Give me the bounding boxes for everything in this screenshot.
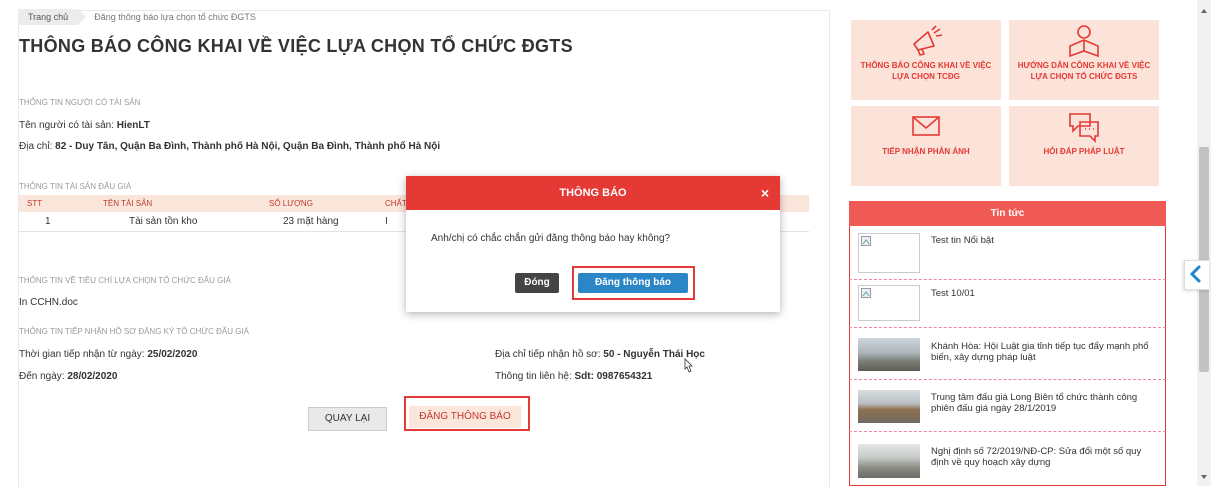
news-item-title[interactable]: Test tin Nổi bật: [931, 235, 1159, 246]
reception-from: Thời gian tiếp nhận từ ngày: 25/02/2020: [19, 349, 197, 360]
news-item-title[interactable]: Test 10/01: [931, 288, 1159, 299]
reception-to-value: 28/02/2020: [67, 371, 118, 382]
table-header: STT: [19, 195, 95, 212]
megaphone-icon: [913, 25, 943, 56]
table-cell: 23 mặt hàng: [261, 212, 377, 232]
reception-contact-label: Thông tin liên hệ:: [495, 371, 572, 382]
owner-name: Tên người có tài sản: HienLT: [19, 120, 150, 131]
news-thumbnail: [858, 390, 920, 423]
scroll-up-arrow-icon[interactable]: [1197, 6, 1211, 16]
owner-name-label: Tên người có tài sản:: [19, 120, 114, 131]
tile-label: THÔNG BÁO CÔNG KHAI VỀ VIỆC LỰA CHỌN TCĐ…: [860, 61, 992, 81]
owner-address: Địa chỉ: 82 - Duy Tân, Quận Ba Đình, Thà…: [19, 141, 440, 152]
tile-label: HƯỚNG DẪN CÔNG KHAI VỀ VIỆC LỰA CHỌN TỔ …: [1017, 61, 1151, 81]
reception-to: Đến ngày: 28/02/2020: [19, 371, 117, 382]
envelope-icon: [912, 116, 940, 136]
reception-to-label: Đến ngày:: [19, 371, 65, 382]
breadcrumb-home-link[interactable]: Trang chủ: [18, 9, 87, 25]
table-header: SỐ LƯỢNG: [261, 195, 377, 212]
table-cell: 1: [19, 212, 95, 232]
vertical-scrollbar[interactable]: [1197, 0, 1211, 486]
owner-address-value: 82 - Duy Tân, Quận Ba Đình, Thành phố Hà…: [55, 141, 441, 152]
tile-feedback[interactable]: TIẾP NHẬN PHẢN ÁNH: [851, 106, 1001, 186]
news-item[interactable]: Nghị định số 72/2019/NĐ-CP: Sửa đổi một …: [849, 432, 1166, 486]
back-button[interactable]: QUAY LẠI: [308, 407, 387, 431]
reader-icon: [1069, 25, 1099, 58]
confirm-dialog: THÔNG BÁO × Anh/chị có chắc chắn gửi đăn…: [406, 176, 780, 312]
criteria-section-title: THÔNG TIN VỀ TIÊU CHÍ LỰA CHỌN TỔ CHỨC Đ…: [19, 276, 231, 285]
owner-address-label: Địa chỉ:: [19, 141, 53, 152]
reception-contact-value: Sdt: 0987654321: [574, 371, 653, 382]
news-title: Tin tức: [849, 201, 1166, 226]
news-item-title[interactable]: Trung tâm đấu giá Long Biên tổ chức thàn…: [931, 392, 1159, 414]
news-item[interactable]: Trung tâm đấu giá Long Biên tổ chức thàn…: [849, 380, 1166, 432]
close-icon[interactable]: ×: [761, 176, 769, 210]
reception-from-value: 25/02/2020: [147, 349, 198, 360]
news-item[interactable]: Khánh Hòa: Hội Luật gia tỉnh tiếp tục đẩ…: [849, 328, 1166, 380]
dialog-confirm-button[interactable]: Đăng thông báo: [578, 273, 688, 293]
news-thumbnail: [858, 444, 920, 478]
reception-address: Địa chỉ tiếp nhận hồ sơ: 50 - Nguyễn Thá…: [495, 349, 705, 360]
tile-label: TIẾP NHẬN PHẢN ÁNH: [882, 147, 970, 156]
page-title: THÔNG BÁO CÔNG KHAI VỀ VIỆC LỰA CHỌN TỔ …: [19, 36, 573, 56]
news-item-title[interactable]: Khánh Hòa: Hội Luật gia tỉnh tiếp tục đẩ…: [931, 341, 1159, 363]
table-cell: Tài sản tồn kho: [95, 212, 261, 232]
tile-legal-qa[interactable]: HỎI ĐÁP PHÁP LUẬT: [1009, 106, 1159, 186]
chat-icon: [1069, 113, 1099, 143]
broken-image-icon: [861, 236, 871, 246]
chevron-left-icon: [1189, 265, 1201, 283]
news-thumbnail: [858, 338, 920, 371]
news-item[interactable]: Test tin Nổi bật: [849, 226, 1166, 280]
criteria-file-link[interactable]: In CCHN.doc: [19, 297, 78, 308]
owner-name-value: HienLT: [116, 120, 150, 131]
tile-guide[interactable]: HƯỚNG DẪN CÔNG KHAI VỀ VIỆC LỰA CHỌN TỔ …: [1009, 20, 1159, 100]
reception-address-label: Địa chỉ tiếp nhận hồ sơ:: [495, 349, 601, 360]
broken-image-icon: [861, 288, 871, 298]
news-thumbnail: [858, 233, 920, 273]
scroll-down-arrow-icon[interactable]: [1197, 472, 1211, 482]
reception-section-title: THÔNG TIN TIẾP NHẬN HỒ SƠ ĐĂNG KÝ TỔ CHỨ…: [19, 327, 250, 336]
dialog-header: THÔNG BÁO ×: [406, 176, 780, 210]
side-panel-toggle[interactable]: [1184, 260, 1209, 290]
news-item[interactable]: Test 10/01: [849, 280, 1166, 328]
page: Trang chủ Đăng thông báo lựa chọn tổ chức…: [0, 0, 1211, 487]
post-announcement-button[interactable]: ĐĂNG THÔNG BÁO: [409, 406, 521, 428]
tile-label: HỎI ĐÁP PHÁP LUẬT: [1043, 147, 1125, 156]
dialog-message: Anh/chị có chắc chắn gửi đăng thông báo …: [431, 233, 671, 244]
news-thumbnail: [858, 285, 920, 321]
reception-from-label: Thời gian tiếp nhận từ ngày:: [19, 349, 145, 360]
dialog-title: THÔNG BÁO: [559, 187, 627, 199]
breadcrumb-current: Đăng thông báo lựa chọn tổ chức ĐGTS: [94, 12, 256, 22]
table-header: TÊN TÀI SẢN: [95, 195, 261, 212]
assets-section-title: THÔNG TIN TÀI SẢN ĐẤU GIÁ: [19, 182, 132, 191]
reception-contact: Thông tin liên hệ: Sdt: 0987654321: [495, 371, 652, 382]
owner-section-title: THÔNG TIN NGƯỜI CÓ TÀI SẢN: [19, 98, 141, 107]
dialog-cancel-button[interactable]: Đóng: [515, 273, 559, 293]
news-item-title[interactable]: Nghị định số 72/2019/NĐ-CP: Sửa đổi một …: [931, 446, 1159, 468]
mouse-cursor-icon: [684, 358, 693, 373]
tile-public-announcement[interactable]: THÔNG BÁO CÔNG KHAI VỀ VIỆC LỰA CHỌN TCĐ…: [851, 20, 1001, 100]
breadcrumb: Trang chủ Đăng thông báo lựa chọn tổ chức…: [18, 9, 256, 25]
